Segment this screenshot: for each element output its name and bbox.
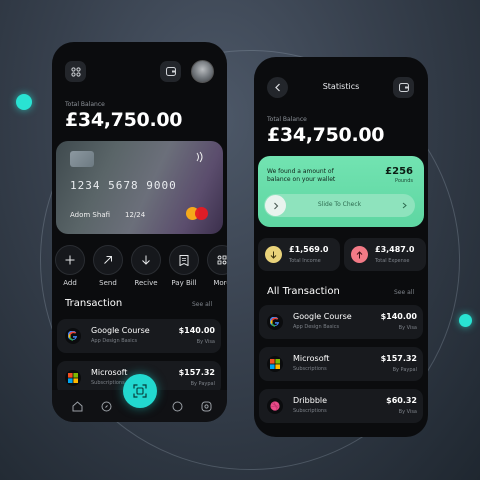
wallet-icon[interactable]	[393, 77, 414, 98]
transaction-amount: $157.32	[380, 354, 417, 363]
receipt-icon	[179, 254, 189, 266]
income-value: £1,569.0	[289, 245, 329, 254]
transaction-name: Microsoft	[91, 368, 128, 377]
transaction-sub: Subscriptions	[293, 408, 327, 414]
all-transaction-title: All Transaction	[267, 286, 340, 297]
compass-icon[interactable]	[101, 401, 112, 412]
send-button[interactable]: Send	[93, 245, 123, 287]
statistics-screen-phone: Statistics Total Balance £34,750.00 We f…	[254, 57, 428, 437]
card-holder: Adom Shafi	[70, 211, 111, 219]
transaction-row[interactable]: Google Course App Design Basics $140.00 …	[57, 319, 221, 353]
microsoft-icon	[267, 356, 283, 372]
transaction-row[interactable]: Google Course App Design Basics $140.00 …	[259, 305, 423, 339]
card-chip-icon	[70, 151, 94, 167]
home-screen-phone: Total Balance £34,750.00 1234 5678 9000 …	[52, 42, 227, 422]
balance-label: Total Balance	[267, 116, 307, 123]
more-button[interactable]: More	[207, 245, 227, 287]
wallet-icon[interactable]	[160, 61, 181, 82]
pay-bill-label: Pay Bill	[171, 279, 197, 287]
arrow-down-icon	[265, 246, 282, 263]
transaction-name: Google Course	[293, 312, 352, 321]
microsoft-icon	[65, 370, 81, 386]
transaction-sub: Subscriptions	[293, 366, 327, 372]
avatar[interactable]	[191, 60, 214, 83]
decor-dot-left	[16, 94, 32, 110]
transaction-name: Microsoft	[293, 354, 330, 363]
credit-card[interactable]: 1234 5678 9000 Adom Shafi 12/24	[56, 141, 223, 234]
transaction-method: By Visa	[398, 325, 417, 331]
more-icon	[217, 255, 227, 265]
found-currency: Pounds	[394, 178, 413, 184]
transaction-method: By Visa	[398, 409, 417, 415]
contactless-icon	[196, 151, 203, 163]
transaction-title: Transaction	[65, 298, 123, 309]
settings-icon[interactable]	[201, 401, 212, 412]
receive-label: Recive	[134, 279, 158, 287]
income-label: Total Income	[289, 258, 321, 264]
transaction-sub: App Design Basics	[293, 324, 340, 330]
add-label: Add	[63, 279, 77, 287]
found-amount: £256	[385, 166, 413, 177]
transaction-name: Google Course	[91, 326, 150, 335]
home-icon[interactable]	[72, 401, 83, 412]
transaction-method: By Paypal	[392, 367, 417, 373]
transaction-amount: $157.32	[178, 368, 215, 377]
transaction-name: Dribbble	[293, 396, 328, 405]
transaction-amount: $140.00	[380, 312, 417, 321]
card-number: 1234 5678 9000	[70, 179, 177, 192]
see-all-link[interactable]: See all	[394, 289, 414, 296]
transaction-sub: Subscriptions	[91, 380, 125, 386]
pay-bill-button[interactable]: Pay Bill	[169, 245, 199, 287]
card-expiry: 12/24	[125, 211, 146, 219]
more-label: More	[213, 279, 227, 287]
decor-dot-right	[459, 314, 472, 327]
total-expense-card[interactable]: £3,487.0 Total Expense	[344, 238, 426, 271]
arrow-up-icon	[351, 246, 368, 263]
transaction-sub: App Design Basics	[91, 338, 138, 344]
chevron-right-icon	[402, 202, 407, 209]
send-label: Send	[99, 279, 117, 287]
plus-icon	[65, 255, 75, 265]
google-icon	[267, 314, 283, 330]
mastercard-icon-red	[195, 207, 208, 220]
balance-label: Total Balance	[65, 101, 105, 108]
google-icon	[65, 328, 81, 344]
transaction-row[interactable]: Dribbble Subscriptions $60.32 By Visa	[259, 389, 423, 423]
found-message: We found a amount of balance on your wal…	[267, 168, 336, 183]
transaction-row[interactable]: Microsoft Subscriptions $157.32 By Paypa…	[259, 347, 423, 381]
total-income-card[interactable]: £1,569.0 Total Income	[258, 238, 340, 271]
balance-amount: £34,750.00	[65, 109, 183, 131]
receive-button[interactable]: Recive	[131, 245, 161, 287]
scan-button[interactable]	[123, 374, 157, 408]
found-balance-card: We found a amount of balance on your wal…	[258, 156, 424, 227]
expense-label: Total Expense	[375, 258, 410, 264]
see-all-link[interactable]: See all	[192, 301, 212, 308]
slide-to-check-slider[interactable]: Slide To Check	[264, 194, 415, 217]
scan-icon	[133, 384, 147, 398]
transaction-amount: $60.32	[386, 396, 417, 405]
dribbble-icon	[267, 398, 283, 414]
grid-icon[interactable]	[65, 61, 86, 82]
transaction-method: By Paypal	[190, 381, 215, 387]
transaction-amount: $140.00	[178, 326, 215, 335]
arrow-down-icon	[142, 255, 150, 265]
transaction-method: By Visa	[196, 339, 215, 345]
balance-amount: £34,750.00	[267, 124, 385, 146]
add-button[interactable]: Add	[55, 245, 85, 287]
slider-text: Slide To Check	[317, 201, 362, 208]
arrow-up-right-icon	[104, 256, 112, 264]
chat-icon[interactable]	[172, 401, 183, 412]
expense-value: £3,487.0	[375, 245, 415, 254]
